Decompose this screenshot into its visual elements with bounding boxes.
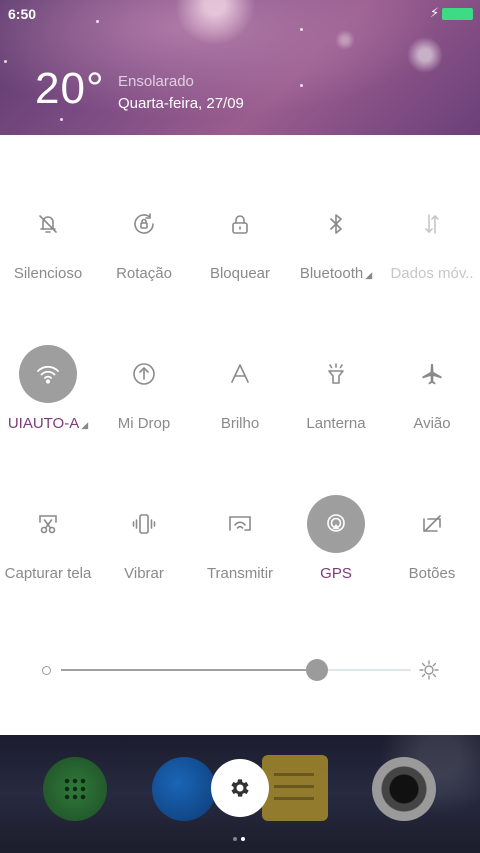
toggle-wifi[interactable]: UIAUTO-A ◢ (0, 345, 96, 455)
weather-temperature[interactable]: 20° (35, 64, 105, 114)
toggle-vibrate[interactable]: Vibrar (96, 495, 192, 605)
toggle-label: Capturar tela (4, 565, 92, 582)
flashlight-icon (307, 345, 365, 403)
toggle-flashlight[interactable]: Lanterna (288, 345, 384, 455)
toggle-gps[interactable]: GPS (288, 495, 384, 605)
star-decoration (300, 84, 303, 87)
toggle-cast[interactable]: Transmitir (192, 495, 288, 605)
brightness-thumb[interactable] (305, 659, 328, 681)
lock-icon (211, 195, 269, 253)
camera-icon[interactable] (372, 757, 436, 821)
brightness-auto-icon (211, 345, 269, 403)
buttons-off-icon (403, 495, 461, 553)
toggle-label: Botões (408, 565, 456, 582)
vibrate-icon (115, 495, 173, 553)
toggle-row: UIAUTO-A ◢ Mi Drop Brilho Lanterna Avião (0, 345, 480, 455)
brightness-low-icon (42, 666, 51, 675)
toggle-airplane[interactable]: Avião (384, 345, 480, 455)
toggle-lock[interactable]: Bloquear (192, 195, 288, 305)
browser-icon[interactable] (152, 757, 216, 821)
toggle-bluetooth[interactable]: Bluetooth ◢ (288, 195, 384, 305)
brightness-high-icon (419, 660, 439, 680)
battery-icon (442, 8, 473, 20)
dialpad-dots (63, 777, 87, 801)
gear-icon (231, 779, 249, 797)
toggle-label: Bloquear (209, 265, 271, 282)
brightness-slider[interactable] (40, 655, 445, 685)
toggle-label: Lanterna (306, 415, 366, 432)
wifi-icon (19, 345, 77, 403)
expand-caret-icon[interactable]: ◢ (81, 420, 88, 430)
star-decoration (4, 60, 7, 63)
toggle-label-text: UIAUTO-A (7, 415, 80, 432)
toggle-screenshot[interactable]: Capturar tela (0, 495, 96, 605)
toggle-label: Brilho (220, 415, 260, 432)
toggle-label: Transmitir (206, 565, 274, 582)
weather-date[interactable]: Quarta-feira, 27/09 (118, 95, 244, 112)
toggle-mobile-data[interactable]: Dados móv.. (384, 195, 480, 305)
screenshot-scissors-icon (19, 495, 77, 553)
brightness-track[interactable] (61, 659, 411, 681)
star-decoration (96, 20, 99, 23)
toggle-brightness[interactable]: Brilho (192, 345, 288, 455)
settings-button[interactable] (211, 759, 269, 817)
toggle-row: Silencioso Rotação Bloquear Bluetooth ◢ D… (0, 195, 480, 305)
toggle-label: Bluetooth ◢ (286, 265, 386, 282)
home-dock (0, 735, 480, 853)
charging-icon: ⚡ (430, 5, 440, 20)
mobile-data-icon (403, 195, 461, 253)
toggle-label: Mi Drop (117, 415, 171, 432)
toggle-label: UIAUTO-A ◢ (0, 415, 98, 432)
rotation-lock-icon (115, 195, 173, 253)
toggle-buttons[interactable]: Botões (384, 495, 480, 605)
star-decoration (300, 28, 303, 31)
brightness-fill (61, 669, 317, 671)
note-line (274, 797, 314, 800)
toggle-row: Capturar tela Vibrar Transmitir GPS Botõ… (0, 495, 480, 605)
toggle-label: Vibrar (124, 565, 164, 582)
dialer-icon[interactable] (43, 757, 107, 821)
cast-icon (211, 495, 269, 553)
bell-off-icon (19, 195, 77, 253)
airplane-icon (403, 345, 461, 403)
bluetooth-icon (307, 195, 365, 253)
page-dot-current (241, 837, 245, 841)
toggle-mi-drop[interactable]: Mi Drop (96, 345, 192, 455)
page-indicator (231, 828, 247, 846)
toggle-label: Avião (413, 415, 451, 432)
notes-icon[interactable] (262, 755, 328, 821)
gps-icon (307, 495, 365, 553)
page-dot (233, 837, 237, 841)
toggle-label: Rotação (116, 265, 172, 282)
mi-drop-icon (115, 345, 173, 403)
toggle-rotation[interactable]: Rotação (96, 195, 192, 305)
toggle-label: GPS (320, 565, 352, 582)
note-line (274, 785, 314, 788)
weather-condition[interactable]: Ensolarado (118, 73, 194, 90)
toggle-label: Silencioso (13, 265, 83, 282)
expand-caret-icon[interactable]: ◢ (365, 270, 372, 280)
toggle-label: Dados móv.. (390, 265, 474, 282)
note-line (274, 773, 314, 776)
toggle-label-text: Bluetooth (299, 265, 364, 282)
weather-header: 6:50 ⚡ 20° Ensolarado Quarta-feira, 27/0… (0, 0, 480, 135)
star-decoration (60, 118, 63, 121)
toggle-silent[interactable]: Silencioso (0, 195, 96, 305)
status-time: 6:50 (8, 6, 37, 22)
